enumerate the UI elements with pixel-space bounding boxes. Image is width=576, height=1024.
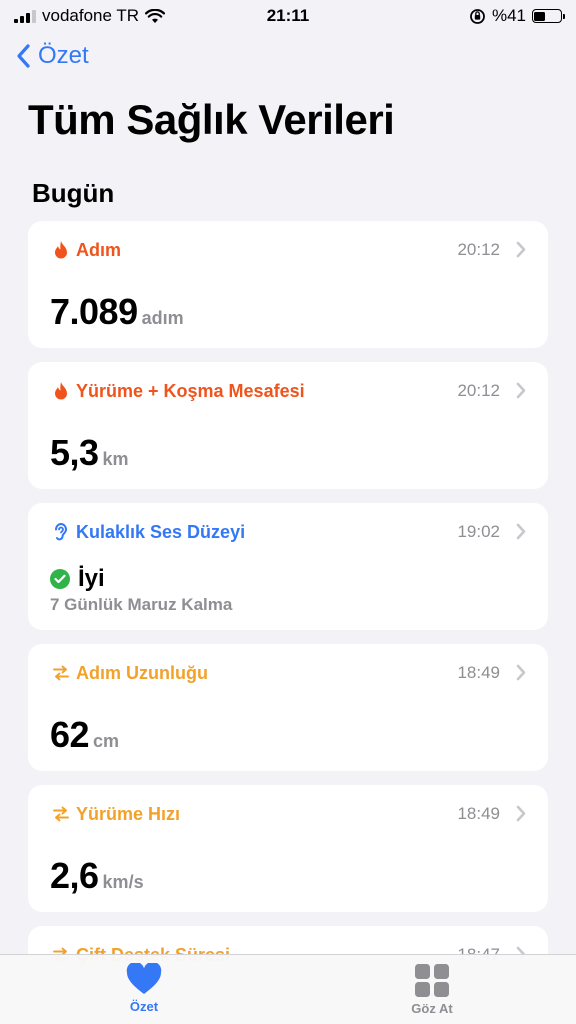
card-unit: cm — [93, 731, 120, 751]
card-unit: km/s — [102, 872, 144, 892]
status-right: %41 — [362, 6, 565, 26]
card-steps[interactable]: Adım 20:12 7.089 adım — [28, 221, 548, 348]
chevron-right-icon — [516, 382, 526, 399]
walking-arrows-icon — [50, 662, 72, 684]
orientation-lock-icon — [470, 8, 485, 24]
card-walking-running-distance[interactable]: Yürüme + Koşma Mesafesi 20:12 5,3 km — [28, 362, 548, 489]
card-value: 5,3 — [50, 432, 99, 473]
chevron-right-icon — [516, 241, 526, 258]
card-value: 2,6 — [50, 855, 99, 896]
walking-arrows-icon — [50, 803, 72, 825]
card-time: 19:02 — [457, 522, 500, 541]
ear-icon — [50, 521, 72, 543]
flame-icon — [50, 239, 72, 261]
signal-strength-icon — [14, 9, 36, 23]
chevron-left-icon — [17, 44, 30, 68]
card-step-length[interactable]: Adım Uzunluğu 18:49 62 cm — [28, 644, 548, 771]
heart-icon — [126, 963, 162, 994]
tab-label: Özet — [129, 999, 159, 1014]
card-time: 20:12 — [457, 240, 500, 259]
back-label: Özet — [38, 42, 89, 69]
chevron-right-icon — [516, 805, 526, 822]
card-value: 7.089 — [50, 291, 138, 332]
battery-icon — [531, 9, 565, 23]
battery-percent: %41 — [491, 6, 526, 25]
status-left: vodafone TR — [14, 6, 214, 26]
wifi-icon — [145, 8, 166, 23]
card-walking-speed[interactable]: Yürüme Hızı 18:49 2,6 km/s — [28, 785, 548, 912]
card-time: 20:12 — [457, 381, 500, 400]
card-label: Adım — [76, 239, 121, 260]
card-value: 62 — [50, 714, 90, 755]
back-button[interactable]: Özet — [16, 42, 89, 70]
status-bar: vodafone TR 21:11 %41 — [0, 0, 576, 32]
card-subtitle: 7 Günlük Maruz Kalma — [50, 595, 233, 614]
checkmark-icon — [50, 569, 70, 589]
carrier-name: vodafone TR — [42, 6, 140, 25]
tab-summary[interactable]: Özet — [0, 955, 288, 1024]
card-time: 18:49 — [457, 663, 500, 682]
card-label: Yürüme + Koşma Mesafesi — [76, 380, 305, 401]
tab-label: Göz At — [411, 1001, 453, 1016]
card-unit: km — [102, 449, 129, 469]
tab-bar: Özet Göz At — [0, 954, 576, 1024]
card-label: Kulaklık Ses Düzeyi — [76, 521, 246, 542]
card-status: İyi — [78, 565, 105, 592]
card-headphone-audio-levels[interactable]: Kulaklık Ses Düzeyi 19:02 İyi 7 Günlük M… — [28, 503, 548, 630]
chevron-right-icon — [516, 523, 526, 540]
flame-icon — [50, 380, 72, 402]
battery-level — [534, 11, 545, 21]
chevron-right-icon — [516, 664, 526, 681]
health-data-list: Adım 20:12 7.089 adım Yürüme + Koşma Mes… — [28, 221, 548, 1024]
status-time: 21:11 — [266, 6, 310, 25]
grid-icon — [415, 964, 449, 997]
card-label: Adım Uzunluğu — [76, 662, 208, 683]
section-title: Bugün — [32, 178, 115, 208]
card-label: Yürüme Hızı — [76, 803, 181, 824]
tab-browse[interactable]: Göz At — [288, 955, 576, 1024]
card-unit: adım — [141, 308, 184, 328]
page-title: Tüm Sağlık Verileri — [28, 96, 395, 143]
card-time: 18:49 — [457, 804, 500, 823]
